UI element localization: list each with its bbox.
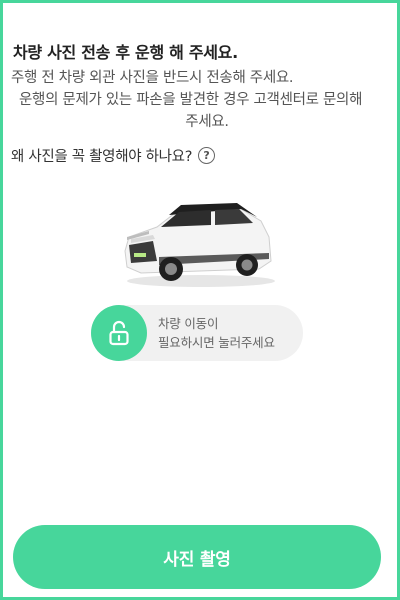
page-title: 차량 사진 전송 후 운행 해 주세요.	[13, 43, 238, 62]
instruction-line-1: 주행 전 차량 외관 사진을 반드시 전송해 주세요.	[11, 70, 294, 86]
question-circle-icon[interactable]: ?	[198, 147, 216, 164]
instruction-line-3: 주세요.	[185, 114, 229, 130]
take-photo-button[interactable]: 사진 촬영	[13, 525, 381, 589]
unlock-label: 차량 이동이 필요하시면 눌러주세요	[158, 314, 275, 352]
instruction-text: 주행 전 차량 외관 사진을 반드시 전송해 주세요. 운행의 문제가 있는 파…	[11, 67, 397, 133]
car-photo	[124, 203, 275, 287]
app-frame: 차량 사진 전송 후 운행 해 주세요. 주행 전 차량 외관 사진을 반드시 …	[0, 0, 400, 600]
why-photo-label: 왜 사진을 꼭 촬영해야 하나요?	[11, 149, 193, 165]
vehicle-move-unlock-button[interactable]: 차량 이동이 필요하시면 눌러주세요	[91, 305, 303, 361]
why-photo-help-link[interactable]: 왜 사진을 꼭 촬영해야 하나요? ?	[11, 145, 216, 166]
unlock-icon[interactable]	[91, 305, 147, 361]
unlock-label-line-1: 차량 이동이	[158, 316, 219, 331]
instruction-line-2: 운행의 문제가 있는 파손을 발견한 경우 고객센터로 문의해	[19, 92, 363, 108]
unlock-label-line-2: 필요하시면 눌러주세요	[158, 335, 275, 350]
